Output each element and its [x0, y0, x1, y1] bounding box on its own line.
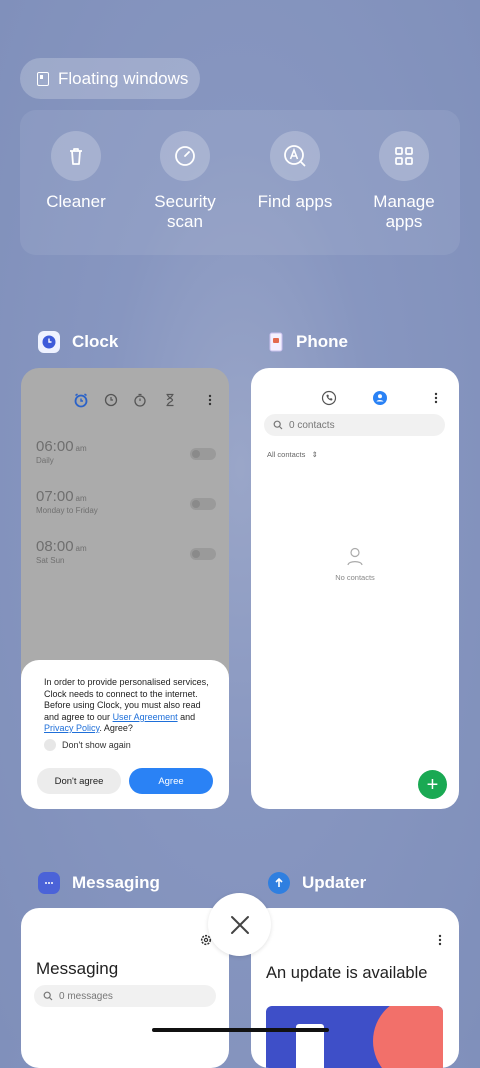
tool-label: Cleaner [46, 192, 106, 211]
close-all-button[interactable] [208, 893, 271, 956]
alarm-row[interactable]: 08:00 am Sat Sun [36, 538, 216, 578]
up-down-chevron-icon: ⇕ [311, 450, 318, 459]
tool-label: Security scan [154, 192, 216, 231]
search-icon [43, 991, 53, 1001]
more-options-icon[interactable] [435, 932, 445, 953]
floating-windows-button[interactable]: Floating windows [20, 58, 200, 99]
cleaner-button[interactable]: Cleaner [21, 131, 131, 212]
privacy-policy-link[interactable]: Privacy Policy [44, 723, 99, 733]
alarm-repeat: Sat Sun [36, 556, 65, 565]
clock-app-name: Clock [72, 332, 119, 351]
dont-show-again-option[interactable]: Don't show again [44, 739, 131, 751]
trash-icon [51, 131, 101, 181]
messages-search-input[interactable]: 0 messages [34, 985, 216, 1007]
updater-app-name: Updater [302, 873, 367, 892]
alarm-toggle[interactable] [190, 498, 216, 510]
alarm-time: 07:00 [36, 488, 74, 505]
alarm-row[interactable]: 06:00 am Daily [36, 438, 216, 478]
plus-icon: + [426, 773, 439, 796]
alarm-ampm: am [75, 444, 87, 453]
more-options-icon[interactable] [205, 392, 215, 413]
dialog-message: In order to provide personalised service… [44, 677, 214, 735]
floating-windows-label: Floating windows [58, 68, 189, 88]
updater-app-card[interactable]: An update is available [251, 908, 459, 1068]
close-icon [230, 915, 249, 934]
alarm-toggle[interactable] [190, 548, 216, 560]
alarm-toggle[interactable] [190, 448, 216, 460]
alarm-row[interactable]: 07:00 am Monday to Friday [36, 488, 216, 528]
home-indicator[interactable] [152, 1028, 329, 1032]
update-banner-image [266, 1006, 443, 1068]
updater-app-header[interactable]: Updater [268, 872, 366, 894]
world-clock-tab-icon[interactable] [103, 392, 119, 413]
alarm-ampm: am [75, 544, 87, 553]
messaging-title: Messaging [36, 959, 119, 978]
network-permission-dialog: In order to provide personalised service… [21, 660, 229, 809]
security-icon [160, 131, 210, 181]
alarm-ampm: am [75, 494, 87, 503]
floating-window-icon [37, 71, 49, 86]
no-contacts-label: No contacts [335, 573, 375, 582]
phone-app-card[interactable]: 0 contacts All contacts ⇕ No contacts + [251, 368, 459, 809]
clock-app-header[interactable]: Clock [38, 331, 118, 353]
agree-button[interactable]: Agree [129, 768, 213, 794]
dialog-text-part: and [177, 711, 196, 722]
messages-search-placeholder: 0 messages [59, 990, 113, 1002]
find-apps-icon [270, 131, 320, 181]
dialog-text-part: . Agree? [99, 723, 133, 733]
dont-show-again-label: Don't show again [62, 740, 131, 750]
clock-app-card[interactable]: 06:00 am Daily 07:00 am Monday to Friday 0… [21, 368, 229, 809]
find-apps-button[interactable]: Find apps [240, 131, 350, 212]
clock-app-icon [38, 331, 60, 353]
messaging-app-card[interactable]: Messaging 0 messages [21, 908, 229, 1068]
security-scan-button[interactable]: Security scan [130, 131, 240, 232]
contacts-tab-icon[interactable] [372, 390, 388, 411]
contacts-filter-label: All contacts [267, 450, 306, 459]
dont-show-again-checkbox[interactable] [44, 739, 56, 751]
more-options-icon[interactable] [431, 390, 441, 411]
messaging-app-icon [38, 872, 60, 894]
alarm-tab-icon[interactable] [73, 392, 89, 413]
updater-app-icon [268, 872, 290, 894]
tool-label: Find apps [257, 192, 333, 211]
alarm-time: 08:00 [36, 538, 74, 555]
dont-agree-button[interactable]: Don't agree [37, 768, 121, 794]
contacts-search-placeholder: 0 contacts [289, 419, 335, 431]
alarm-repeat: Daily [36, 456, 54, 465]
tool-label: Manage apps [373, 192, 435, 231]
phone-app-name: Phone [296, 332, 348, 351]
phone-app-header[interactable]: Phone [268, 331, 348, 353]
messaging-app-header[interactable]: Messaging [38, 872, 160, 894]
manage-apps-button[interactable]: Manage apps [349, 131, 459, 232]
messaging-app-name: Messaging [72, 873, 160, 892]
timer-tab-icon[interactable] [162, 392, 178, 413]
user-agreement-link[interactable]: User Agreement [113, 712, 178, 722]
clock-toolbar [21, 392, 229, 412]
contacts-filter-dropdown[interactable]: All contacts ⇕ [267, 450, 318, 459]
stopwatch-tab-icon[interactable] [132, 392, 148, 413]
alarm-repeat: Monday to Friday [36, 506, 98, 515]
banner-decoration [373, 1006, 443, 1068]
grid-icon [379, 131, 429, 181]
search-icon [273, 420, 283, 430]
call-log-tab-icon[interactable] [321, 390, 337, 411]
phone-app-icon [268, 331, 284, 353]
update-available-title: An update is available [266, 964, 428, 982]
contacts-search-input[interactable]: 0 contacts [264, 414, 445, 436]
add-contact-button[interactable]: + [418, 770, 447, 799]
alarm-time: 06:00 [36, 438, 74, 455]
